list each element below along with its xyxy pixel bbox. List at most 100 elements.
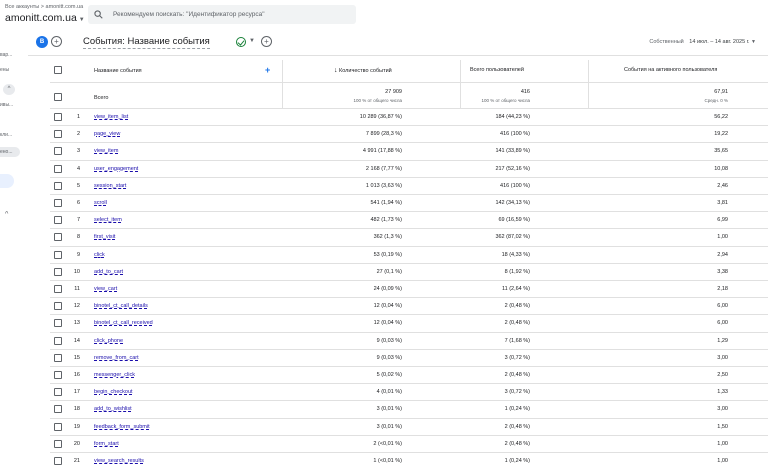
table-row[interactable]: 13 binotel_ct_call_received 12 (0,04 %) 2 (… <box>50 314 768 331</box>
table-row[interactable]: 17 begin_checkout 4 (0,01 %) 3 (0,72 %) 1,33 <box>50 383 768 400</box>
event-name-link[interactable]: click <box>94 252 105 258</box>
event-name-link[interactable]: binotel_ct_call_details <box>94 303 148 309</box>
add-comparison-icon[interactable]: + <box>51 36 62 47</box>
totals-event-count-sub: 100 % от общего числа <box>353 98 403 103</box>
table-row[interactable]: 8 first_visit 362 (1,3 %) 362 (87,02 %) 1,00 <box>50 228 768 245</box>
add-filter-icon[interactable]: + <box>261 36 272 47</box>
event-name-link[interactable]: first_visit <box>94 234 115 240</box>
page-title[interactable]: События: Название события <box>83 36 210 49</box>
account-selector[interactable]: amonitt.com.ua ▼ <box>5 12 85 24</box>
event-name-link[interactable]: click_phone <box>94 338 123 344</box>
search-input[interactable] <box>113 11 343 18</box>
event-name-link[interactable]: view_item <box>94 148 118 154</box>
event-name-link[interactable]: select_item <box>94 217 122 223</box>
event-name-link[interactable]: remove_from_cart <box>94 355 139 361</box>
table-row[interactable]: 21 view_search_results 1 (<0,01 %) 1 (0,24 … <box>50 452 768 469</box>
column-header-event-count[interactable]: ↓ Количество событий <box>334 67 392 74</box>
event-name-link[interactable]: messenger_click <box>94 372 135 378</box>
row-checkbox[interactable] <box>54 371 62 379</box>
row-checkbox[interactable] <box>54 113 62 121</box>
column-header-event-name[interactable]: Название события <box>94 68 142 74</box>
row-checkbox[interactable] <box>54 405 62 414</box>
total-users-cell: 1 (0,24 %) <box>504 458 530 464</box>
row-checkbox[interactable] <box>54 302 62 311</box>
table-row[interactable]: 11 view_cart 24 (0,09 %) 11 (2,64 %) 2,18 <box>50 280 768 297</box>
table-row[interactable]: 16 messenger_click 5 (0,02 %) 2 (0,48 %) 2,5… <box>50 366 768 383</box>
event-name-link[interactable]: add_to_cart <box>94 269 123 275</box>
event-name-link[interactable]: view_item_list <box>94 114 128 120</box>
row-checkbox[interactable] <box>54 233 62 242</box>
total-users-cell: 416 (100 %) <box>500 131 530 138</box>
chevron-up-icon[interactable]: ^ <box>5 211 25 218</box>
table-row[interactable]: 6 scroll 541 (1,94 %) 142 (34,13 %) 3,81 <box>50 194 768 211</box>
events-per-user-cell: 19,22 <box>714 131 728 138</box>
event-name-link[interactable]: form_start <box>94 441 119 447</box>
event-name-link[interactable]: binotel_ct_call_received <box>94 320 153 326</box>
table-row[interactable]: 5 session_start 1 013 (3,63 %) 416 (100 %) 2… <box>50 176 768 194</box>
select-all-checkbox[interactable] <box>54 66 62 74</box>
event-name-link[interactable]: page_view <box>94 131 120 137</box>
table-row[interactable]: 12 binotel_ct_call_details 12 (0,04 %) 2 (0… <box>50 297 768 314</box>
table-row[interactable]: 10 add_to_cart 27 (0,1 %) 8 (1,92 %) 3,38 <box>50 262 768 280</box>
nav-item[interactable]: ены <box>0 67 20 73</box>
table-row[interactable]: 18 add_to_wishlist 3 (0,01 %) 1 (0,24 %) 3,0… <box>50 400 768 417</box>
caret-down-icon[interactable]: ▼ <box>249 38 255 44</box>
events-per-user-cell: 1,33 <box>717 389 728 396</box>
table-row[interactable]: 14 click_phone 9 (0,03 %) 7 (1,68 %) 1,29 <box>50 331 768 349</box>
date-range-picker[interactable]: Собственный 14 июл. – 14 авг. 2025 г. ▼ <box>649 39 756 45</box>
row-checkbox[interactable] <box>54 181 62 190</box>
row-checkbox[interactable] <box>54 319 62 328</box>
row-checkbox[interactable] <box>54 147 62 156</box>
row-checkbox[interactable] <box>54 164 62 173</box>
event-name-link[interactable]: view_cart <box>94 286 117 292</box>
column-header-events-per-user[interactable]: События на активного пользователя <box>624 67 717 73</box>
row-checkbox[interactable] <box>54 422 62 431</box>
event-name-link[interactable]: scroll <box>94 200 107 206</box>
search-box[interactable] <box>88 5 356 24</box>
row-checkbox[interactable] <box>54 250 62 259</box>
totals-users-sub: 100 % от общего числа <box>481 98 531 103</box>
table-row[interactable]: 9 click 53 (0,19 %) 18 (4,33 %) 2,94 <box>50 245 768 263</box>
event-name-link[interactable]: begin_checkout <box>94 389 133 395</box>
event-name-link[interactable]: session_start <box>94 183 126 189</box>
row-checkbox[interactable] <box>54 336 62 345</box>
event-name-link[interactable]: feedback_form_submit <box>94 424 150 430</box>
row-checkbox[interactable] <box>54 353 62 362</box>
nav-item[interactable]: вар... <box>0 52 20 58</box>
nav-item[interactable]: ивы... <box>0 102 20 108</box>
table-row[interactable]: 3 view_item 4 991 (17,88 %) 141 (33,89 %) 35… <box>50 142 768 159</box>
row-number: 18 <box>73 406 80 413</box>
row-checkbox[interactable] <box>54 285 62 293</box>
table-row[interactable]: 15 remove_from_cart 9 (0,03 %) 3 (0,72 %) 3,… <box>50 348 768 366</box>
table-row[interactable]: 1 view_item_list 10 289 (36,87 %) 184 (44,2… <box>50 108 768 125</box>
check-circle-icon[interactable] <box>236 37 246 47</box>
nav-item-selected[interactable]: ено... <box>0 147 20 157</box>
column-header-total-users[interactable]: Всего пользователей <box>470 67 524 73</box>
nav-item[interactable]: кли... <box>0 132 20 138</box>
nav-highlight[interactable] <box>0 174 14 188</box>
total-users-cell: 8 (1,92 %) <box>504 268 530 275</box>
table-row[interactable]: 2 page_view 7 899 (28,3 %) 416 (100 %) 19,22 <box>50 125 768 142</box>
events-per-user-cell: 1,50 <box>717 423 728 430</box>
row-checkbox[interactable] <box>54 457 62 465</box>
add-dimension-icon[interactable]: + <box>265 65 270 75</box>
row-checkbox[interactable] <box>54 199 62 207</box>
account-breadcrumb[interactable]: Все аккаунты > amonitt.com.ua <box>5 4 83 10</box>
row-checkbox[interactable] <box>54 130 62 139</box>
table-row[interactable]: 19 feedback_form_submit 3 (0,01 %) 2 (0,48 … <box>50 417 768 435</box>
table-row[interactable]: 20 form_start 2 (<0,01 %) 2 (0,48 %) 1,00 <box>50 434 768 452</box>
chevron-up-icon[interactable]: ^ <box>3 84 15 95</box>
total-users-cell: 2 (0,48 %) <box>504 372 530 378</box>
row-checkbox[interactable] <box>54 388 62 397</box>
row-checkbox[interactable] <box>54 267 62 276</box>
row-checkbox[interactable] <box>54 216 62 225</box>
event-name-link[interactable]: view_search_results <box>94 458 144 464</box>
row-checkbox[interactable] <box>54 439 62 448</box>
comparison-badge[interactable]: B <box>36 36 48 48</box>
table-row[interactable]: 4 user_engagement 2 168 (7,77 %) 217 (52,16… <box>50 159 768 177</box>
table-row[interactable]: 7 select_item 482 (1,73 %) 69 (16,59 %) 6,99 <box>50 211 768 228</box>
event-name-link[interactable]: add_to_wishlist <box>94 406 132 412</box>
event-name-link[interactable]: user_engagement <box>94 166 138 172</box>
event-count-cell: 4 991 (17,88 %) <box>362 148 402 155</box>
totals-checkbox[interactable] <box>54 93 62 101</box>
